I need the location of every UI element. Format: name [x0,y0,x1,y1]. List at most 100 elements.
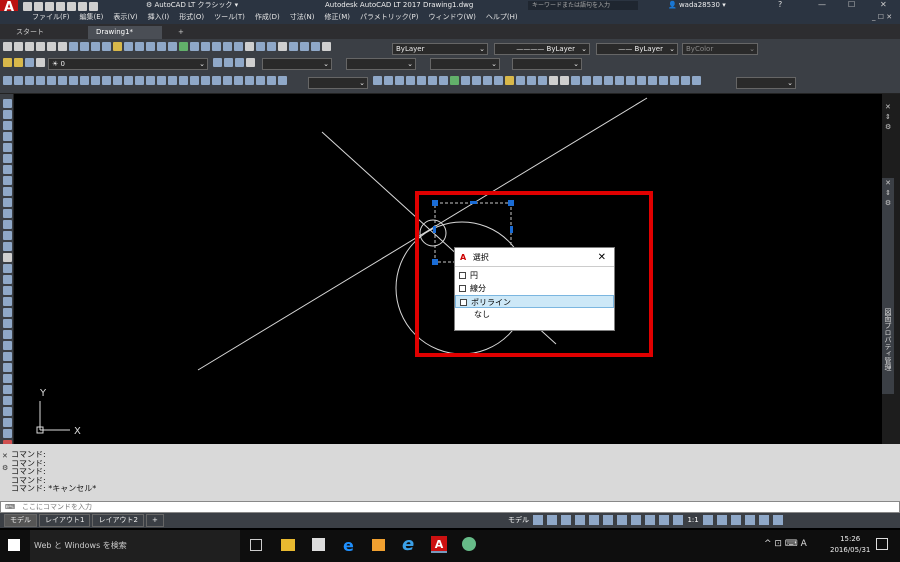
osnap-icon[interactable] [589,515,600,525]
style-dropdown-4[interactable]: ⌄ [512,58,582,70]
rotate-icon[interactable] [2,330,12,339]
style-dropdown-2[interactable]: ⌄ [346,58,416,70]
line-icon[interactable] [2,99,12,108]
layout-tab[interactable]: レイアウト2 [92,514,144,527]
explorer-icon[interactable] [281,539,295,551]
task-view-icon[interactable] [250,539,262,551]
print-icon[interactable] [67,2,76,11]
scale-icon[interactable] [2,341,12,350]
offset-icon[interactable] [2,297,12,306]
minimize-button[interactable]: — [818,0,826,9]
annotation-icon[interactable] [673,515,684,525]
saveas-icon[interactable] [56,2,65,11]
command-input[interactable]: ⌨ ここにコマンドを入力 [0,501,900,513]
search-box[interactable]: キーワードまたは語句を入力 [528,1,638,10]
command-settings-icon[interactable]: ⚙ [2,464,8,472]
store-icon[interactable] [312,538,325,551]
drawing-canvas[interactable]: Y X A 選択 ✕ 円線分 ポリライン なし [14,94,882,444]
layout-tab[interactable]: モデル [4,514,37,527]
grip[interactable] [508,200,514,206]
stretch-icon[interactable] [2,352,12,361]
layout-tab[interactable]: レイアウト1 [39,514,91,527]
windows-start-icon[interactable] [8,539,20,551]
grip[interactable] [470,201,477,204]
point-icon[interactable] [2,209,12,218]
menu-item[interactable]: ツール(T) [214,11,245,24]
close-button[interactable]: ✕ [880,0,887,9]
chamfer-icon[interactable] [2,407,12,416]
menu-item[interactable]: 寸法(N) [290,11,315,24]
ie-icon[interactable]: e [402,534,414,555]
layer-dropdown[interactable]: ☀ 0 ⌄ [48,58,208,70]
menu-item[interactable]: 表示(V) [113,11,137,24]
isolate-icon[interactable] [758,515,769,525]
menu-item[interactable]: ヘルプ(H) [486,11,518,24]
customize-icon[interactable] [772,515,783,525]
properties-palette[interactable]: ✕ ⇕ ⚙ 図面プロパティ管理 [882,178,894,394]
lineweight-dropdown[interactable]: —— ByLayer ⌄ [596,43,678,55]
workspace-selector[interactable]: ⚙ AutoCAD LT クラシック ▾ [146,0,262,10]
grip[interactable] [432,200,438,206]
style-dropdown-3[interactable]: ⌄ [430,58,500,70]
transparency-icon[interactable] [645,515,656,525]
mtext-icon[interactable] [2,253,12,262]
polygon-icon[interactable] [2,132,12,141]
action-center-icon[interactable] [876,538,888,550]
taskbar-search[interactable]: Web と Windows を検索 [30,530,240,562]
grip[interactable] [433,226,436,233]
menu-item[interactable]: パラメトリック(P) [360,11,418,24]
annotation-scale[interactable]: 1:1 [687,516,698,524]
command-close-icon[interactable]: ✕ [2,452,8,460]
menu-item[interactable]: ファイル(F) [32,11,70,24]
snap-icon[interactable] [547,515,558,525]
erase-icon[interactable] [2,264,12,273]
tab-start[interactable]: スタート [8,26,52,39]
arc-icon[interactable] [2,154,12,163]
hatch-icon[interactable] [2,220,12,229]
layout-tab[interactable]: + [145,514,164,527]
extend-icon[interactable] [2,374,12,383]
menu-item[interactable]: 作成(D) [255,11,280,24]
fillet-icon[interactable] [2,418,12,427]
linetype-dropdown[interactable]: ———— ByLayer ⌄ [494,43,590,55]
app-icon[interactable] [372,539,385,551]
selection-cycling-icon[interactable] [659,515,670,525]
xline-icon[interactable] [2,110,12,119]
edge-icon[interactable]: e [343,536,354,555]
viewcube-controls[interactable]: ✕ ⇕ ⚙ [885,102,897,144]
selection-option[interactable]: なし [455,308,614,321]
join-icon[interactable] [2,396,12,405]
doc-window-controls[interactable]: _ ☐ ✕ [872,11,892,24]
move-icon[interactable] [2,319,12,328]
trim-icon[interactable] [2,363,12,372]
style-dropdown-1[interactable]: ⌄ [262,58,332,70]
mirror-icon[interactable] [2,286,12,295]
array-icon[interactable] [2,308,12,317]
autocad-taskbar-icon[interactable]: A [431,536,447,553]
open-icon[interactable] [34,2,43,11]
selection-option[interactable]: 線分 [455,282,614,295]
lineweight-icon[interactable] [631,515,642,525]
ime-indicator[interactable]: A [801,539,807,549]
workspace-icon[interactable] [702,515,713,525]
break-icon[interactable] [2,385,12,394]
save-icon[interactable] [45,2,54,11]
annomonitor-icon[interactable] [716,515,727,525]
help-icon[interactable]: ? [778,0,782,9]
quickprops-icon[interactable] [744,515,755,525]
block-icon[interactable] [2,198,12,207]
new-tab-button[interactable]: + [170,26,192,39]
menu-item[interactable]: 修正(M) [324,11,350,24]
grip[interactable] [432,259,438,265]
clock[interactable]: 15:26 2016/05/31 [830,534,870,556]
user-account[interactable]: 👤 wada28530 ▾ [668,0,726,10]
redo-icon[interactable] [89,2,98,11]
dimstyle-dropdown[interactable]: ⌄ [308,77,368,89]
grid-icon[interactable] [533,515,544,525]
menu-item[interactable]: 形式(O) [179,11,204,24]
ellipse-icon[interactable] [2,187,12,196]
maximize-button[interactable]: ☐ [848,0,855,9]
explode-icon[interactable] [2,429,12,438]
region-icon[interactable] [2,231,12,240]
plotstyle-dropdown[interactable]: ByColor ⌄ [682,43,758,55]
